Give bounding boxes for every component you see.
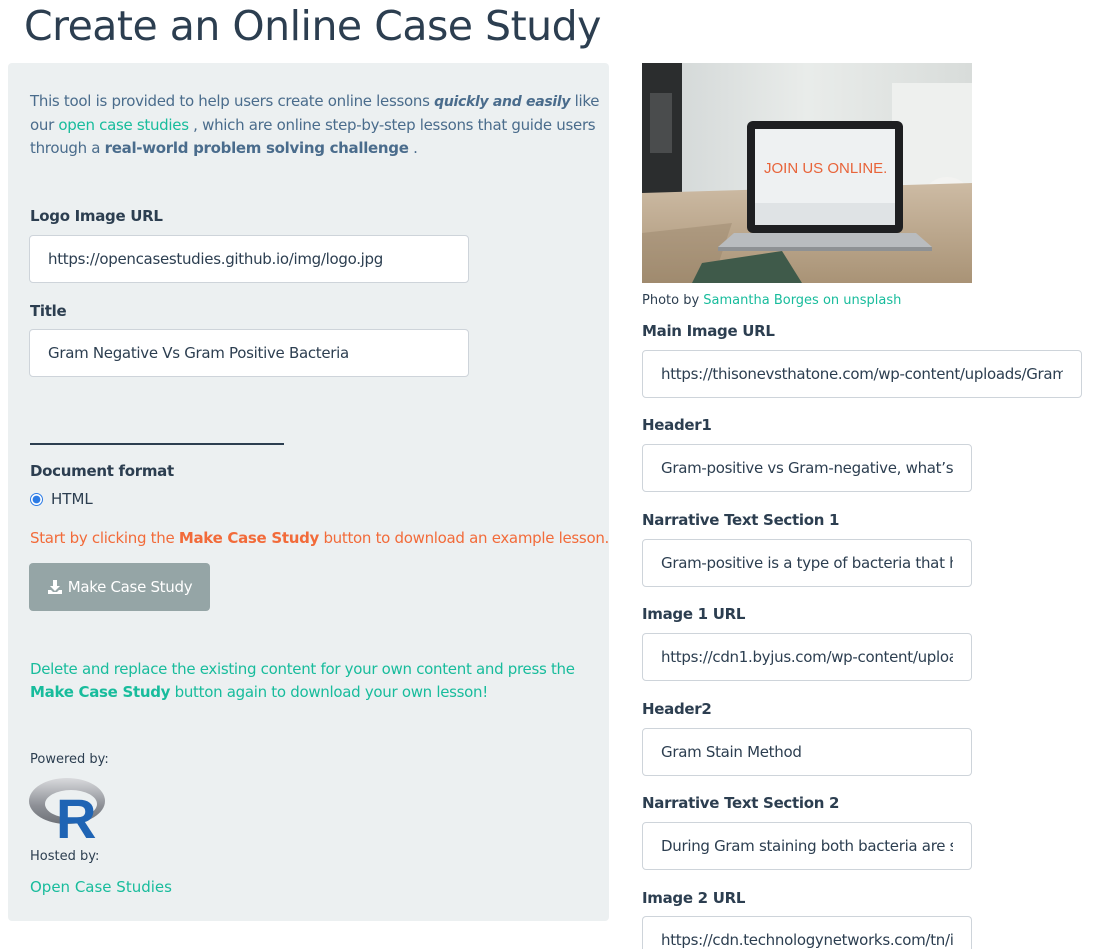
image2-url-input[interactable]: [642, 916, 972, 949]
photo-credit-prefix: Photo by: [642, 293, 704, 308]
note-text: Delete and replace the existing content …: [30, 660, 575, 678]
document-format-label: Document format: [30, 462, 174, 480]
main-image-url-input[interactable]: [642, 350, 1082, 398]
powered-by-label: Powered by:: [30, 752, 109, 767]
page-title: Create an Online Case Study: [24, 2, 601, 50]
intro-emphasis: quickly and easily: [434, 94, 571, 110]
header1-input[interactable]: [642, 444, 972, 492]
hint-text: button to download an example lesson.: [318, 529, 609, 547]
narrative-text-2-input[interactable]: [642, 822, 972, 870]
narrative-text-1-label: Narrative Text Section 1: [642, 511, 840, 529]
title-label: Title: [30, 302, 67, 320]
download-icon: [47, 580, 62, 594]
image1-url-label: Image 1 URL: [642, 605, 746, 623]
replace-content-note: Delete and replace the existing content …: [30, 658, 590, 704]
laptop-photo-illustration: JOIN US ONLINE.: [642, 63, 972, 283]
hosted-by-label: Hosted by:: [30, 849, 100, 864]
make-case-study-button[interactable]: Make Case Study: [29, 563, 210, 611]
title-input[interactable]: [29, 329, 469, 377]
header2-input[interactable]: [642, 728, 972, 776]
narrative-text-1-input[interactable]: [642, 539, 972, 587]
logo-url-input[interactable]: [29, 235, 469, 283]
logo-url-label: Logo Image URL: [30, 207, 163, 225]
intro-text-part: .: [408, 139, 418, 157]
open-case-studies-link[interactable]: open case studies: [58, 116, 189, 134]
r-logo-icon: R: [29, 778, 105, 840]
image1-url-input[interactable]: [642, 633, 972, 681]
photo-credit-link[interactable]: Samantha Borges on unsplash: [703, 293, 901, 308]
make-case-study-label: Make Case Study: [67, 578, 193, 596]
divider: [30, 443, 284, 445]
hint-bold: Make Case Study: [178, 529, 319, 547]
narrative-text-2-label: Narrative Text Section 2: [642, 794, 840, 812]
start-hint: Start by clicking the Make Case Study bu…: [30, 529, 609, 547]
hint-text: Start by clicking the: [30, 529, 179, 547]
laptop-photo: JOIN US ONLINE.: [642, 63, 972, 283]
main-image-url-label: Main Image URL: [642, 322, 775, 340]
html-format-radio[interactable]: [30, 493, 43, 506]
photo-credit: Photo by Samantha Borges on unsplash: [642, 293, 901, 308]
header2-label: Header2: [642, 700, 712, 718]
note-text: button again to download your own lesson…: [170, 683, 489, 701]
header1-label: Header1: [642, 416, 712, 434]
r-logo-letter: R: [56, 787, 96, 840]
image2-url-label: Image 2 URL: [642, 889, 746, 907]
intro-text-part: This tool is provided to help users crea…: [30, 92, 435, 110]
intro-text: This tool is provided to help users crea…: [30, 90, 600, 160]
open-case-studies-link[interactable]: Open Case Studies: [30, 878, 172, 896]
note-bold: Make Case Study: [30, 683, 171, 701]
photo-screen-text: JOIN US ONLINE.: [764, 160, 887, 177]
html-format-label[interactable]: HTML: [51, 490, 93, 508]
intro-bold: real-world problem solving challenge: [104, 139, 409, 157]
sidebar-panel: This tool is provided to help users crea…: [8, 63, 609, 921]
